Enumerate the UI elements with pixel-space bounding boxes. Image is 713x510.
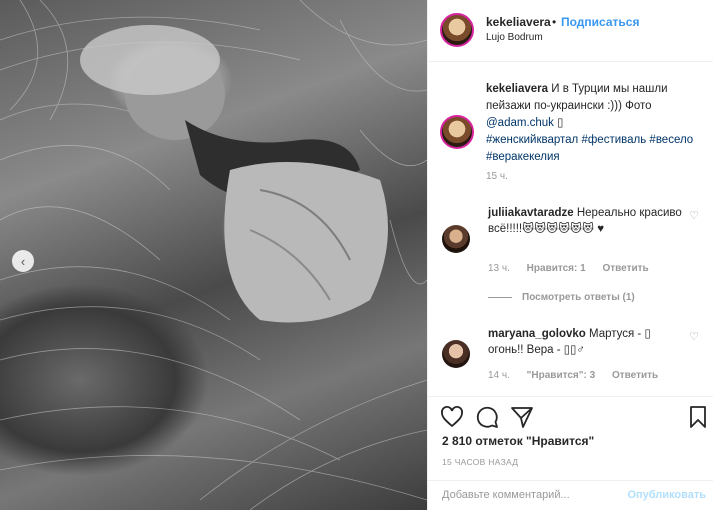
caption-avatar[interactable]: [440, 115, 474, 149]
publish-button[interactable]: Опубликовать: [627, 489, 706, 501]
divider: [488, 297, 512, 298]
location-link[interactable]: Lujo Bodrum: [486, 32, 543, 43]
reply-button[interactable]: Ответить: [602, 263, 648, 274]
action-bar: [428, 396, 713, 436]
author-username[interactable]: kekeliavera: [486, 15, 551, 29]
comment-input[interactable]: [442, 489, 612, 501]
avatar[interactable]: [442, 225, 470, 253]
comment-time: 13 ч.: [488, 263, 510, 274]
comment-likes[interactable]: "Нравится": 3: [527, 370, 596, 381]
bookmark-icon[interactable]: [686, 405, 710, 429]
heart-icon[interactable]: ♡: [689, 209, 699, 222]
post-sidebar: kekeliavera • Подписаться Lujo Bodrum ke…: [427, 0, 713, 510]
comment-username[interactable]: maryana_golovko: [488, 328, 586, 340]
follow-button[interactable]: Подписаться: [561, 15, 639, 29]
avatar[interactable]: [442, 340, 470, 368]
comment-text: juliiakavtaradze Нереально красиво всё!!…: [488, 205, 684, 237]
caption-timestamp: 15 ч.: [486, 171, 508, 182]
avatar[interactable]: [440, 13, 474, 47]
add-comment-bar: Опубликовать: [428, 480, 713, 510]
caption-mention[interactable]: @adam.chuk: [486, 117, 554, 129]
caption-hashtags[interactable]: #женскийквартал #фестиваль #весело #вера…: [486, 134, 693, 163]
comment-username[interactable]: juliiakavtaradze: [488, 207, 574, 219]
view-replies-label: Посмотреть ответы (1): [522, 292, 635, 303]
view-replies-button[interactable]: Посмотреть ответы (1): [488, 292, 635, 303]
post-header: kekeliavera • Подписаться Lujo Bodrum: [428, 0, 713, 62]
heart-icon[interactable]: ♡: [689, 330, 699, 343]
comment-likes[interactable]: Нравится: 1: [527, 263, 586, 274]
comment-meta: 13 ч. Нравится: 1 Ответить: [488, 263, 663, 274]
photo-illustration: [0, 0, 427, 510]
post-timestamp: 15 ЧАСОВ НАЗАД: [442, 457, 519, 467]
caption-emoji: ▯: [557, 117, 564, 129]
caption-username[interactable]: kekeliavera: [486, 83, 548, 95]
comment-text: maryana_golovko Мартуся - ▯ огонь!! Вера…: [488, 326, 684, 358]
post-photo[interactable]: ‹: [0, 0, 427, 510]
comment-icon[interactable]: [475, 405, 499, 429]
likes-count[interactable]: 2 810 отметок "Нравится": [442, 434, 594, 448]
chevron-left-icon[interactable]: ‹: [12, 250, 34, 272]
caption-text: kekeliavera И в Турции мы нашли пейзажи …: [486, 81, 700, 166]
comment-meta: 14 ч. "Нравится": 3 Ответить: [488, 370, 672, 381]
heart-icon[interactable]: [440, 405, 464, 429]
reply-button[interactable]: Ответить: [612, 370, 658, 381]
share-icon[interactable]: [510, 405, 534, 429]
separator-dot: •: [552, 15, 557, 29]
comment-time: 14 ч.: [488, 370, 510, 381]
